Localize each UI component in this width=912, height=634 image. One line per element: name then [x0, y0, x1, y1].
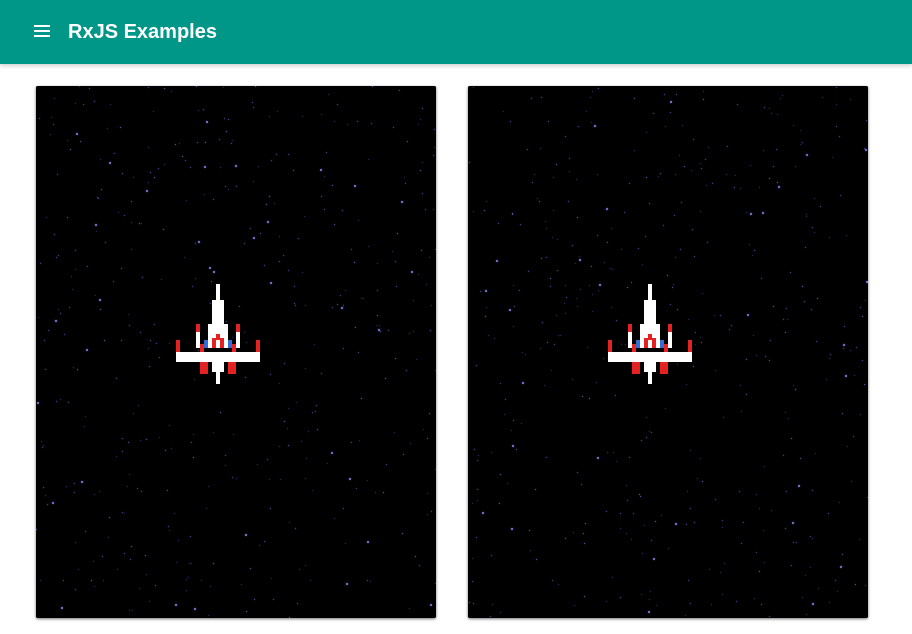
spaceship-icon[interactable] — [608, 284, 692, 384]
ship-pixel — [648, 372, 652, 384]
ship-pixel — [196, 332, 200, 348]
ship-pixel — [664, 344, 668, 352]
menu-icon — [34, 25, 50, 37]
ship-pixel — [228, 362, 236, 374]
ship-pixel — [228, 340, 232, 348]
ship-pixel — [176, 340, 180, 352]
ship-pixel — [200, 362, 208, 374]
ship-pixel — [220, 338, 224, 348]
ship-pixel — [236, 332, 240, 348]
ship-pixel — [644, 338, 648, 348]
ship-pixel — [648, 334, 652, 340]
ship-pixel — [628, 324, 632, 332]
ship-pixel — [632, 362, 640, 374]
ship-pixel — [200, 344, 204, 352]
game-card-left[interactable] — [36, 86, 436, 618]
ship-pixel — [196, 324, 200, 332]
ship-pixel — [628, 332, 632, 348]
ship-pixel — [668, 324, 672, 332]
ship-pixel — [176, 352, 260, 362]
ship-pixel — [668, 332, 672, 348]
ship-pixel — [216, 372, 220, 384]
ship-pixel — [216, 284, 220, 300]
ship-pixel — [652, 338, 656, 348]
spaceship-icon[interactable] — [176, 284, 260, 384]
ship-pixel — [212, 338, 216, 348]
ship-pixel — [608, 340, 612, 352]
ship-pixel — [204, 340, 208, 348]
ship-pixel — [644, 300, 656, 324]
ship-pixel — [212, 362, 224, 372]
ship-pixel — [660, 362, 668, 374]
ship-pixel — [216, 334, 220, 340]
ship-pixel — [648, 284, 652, 300]
game-card-right[interactable] — [468, 86, 868, 618]
ship-pixel — [688, 340, 692, 352]
ship-pixel — [232, 344, 236, 352]
app-title: RxJS Examples — [68, 21, 217, 43]
ship-pixel — [660, 340, 664, 348]
ship-pixel — [632, 344, 636, 352]
menu-button[interactable] — [28, 18, 56, 46]
ship-pixel — [608, 352, 692, 362]
ship-pixel — [256, 340, 260, 352]
ship-pixel — [236, 324, 240, 332]
ship-pixel — [212, 300, 224, 324]
app-toolbar: RxJS Examples — [0, 0, 912, 64]
ship-pixel — [644, 362, 656, 372]
ship-pixel — [636, 340, 640, 348]
